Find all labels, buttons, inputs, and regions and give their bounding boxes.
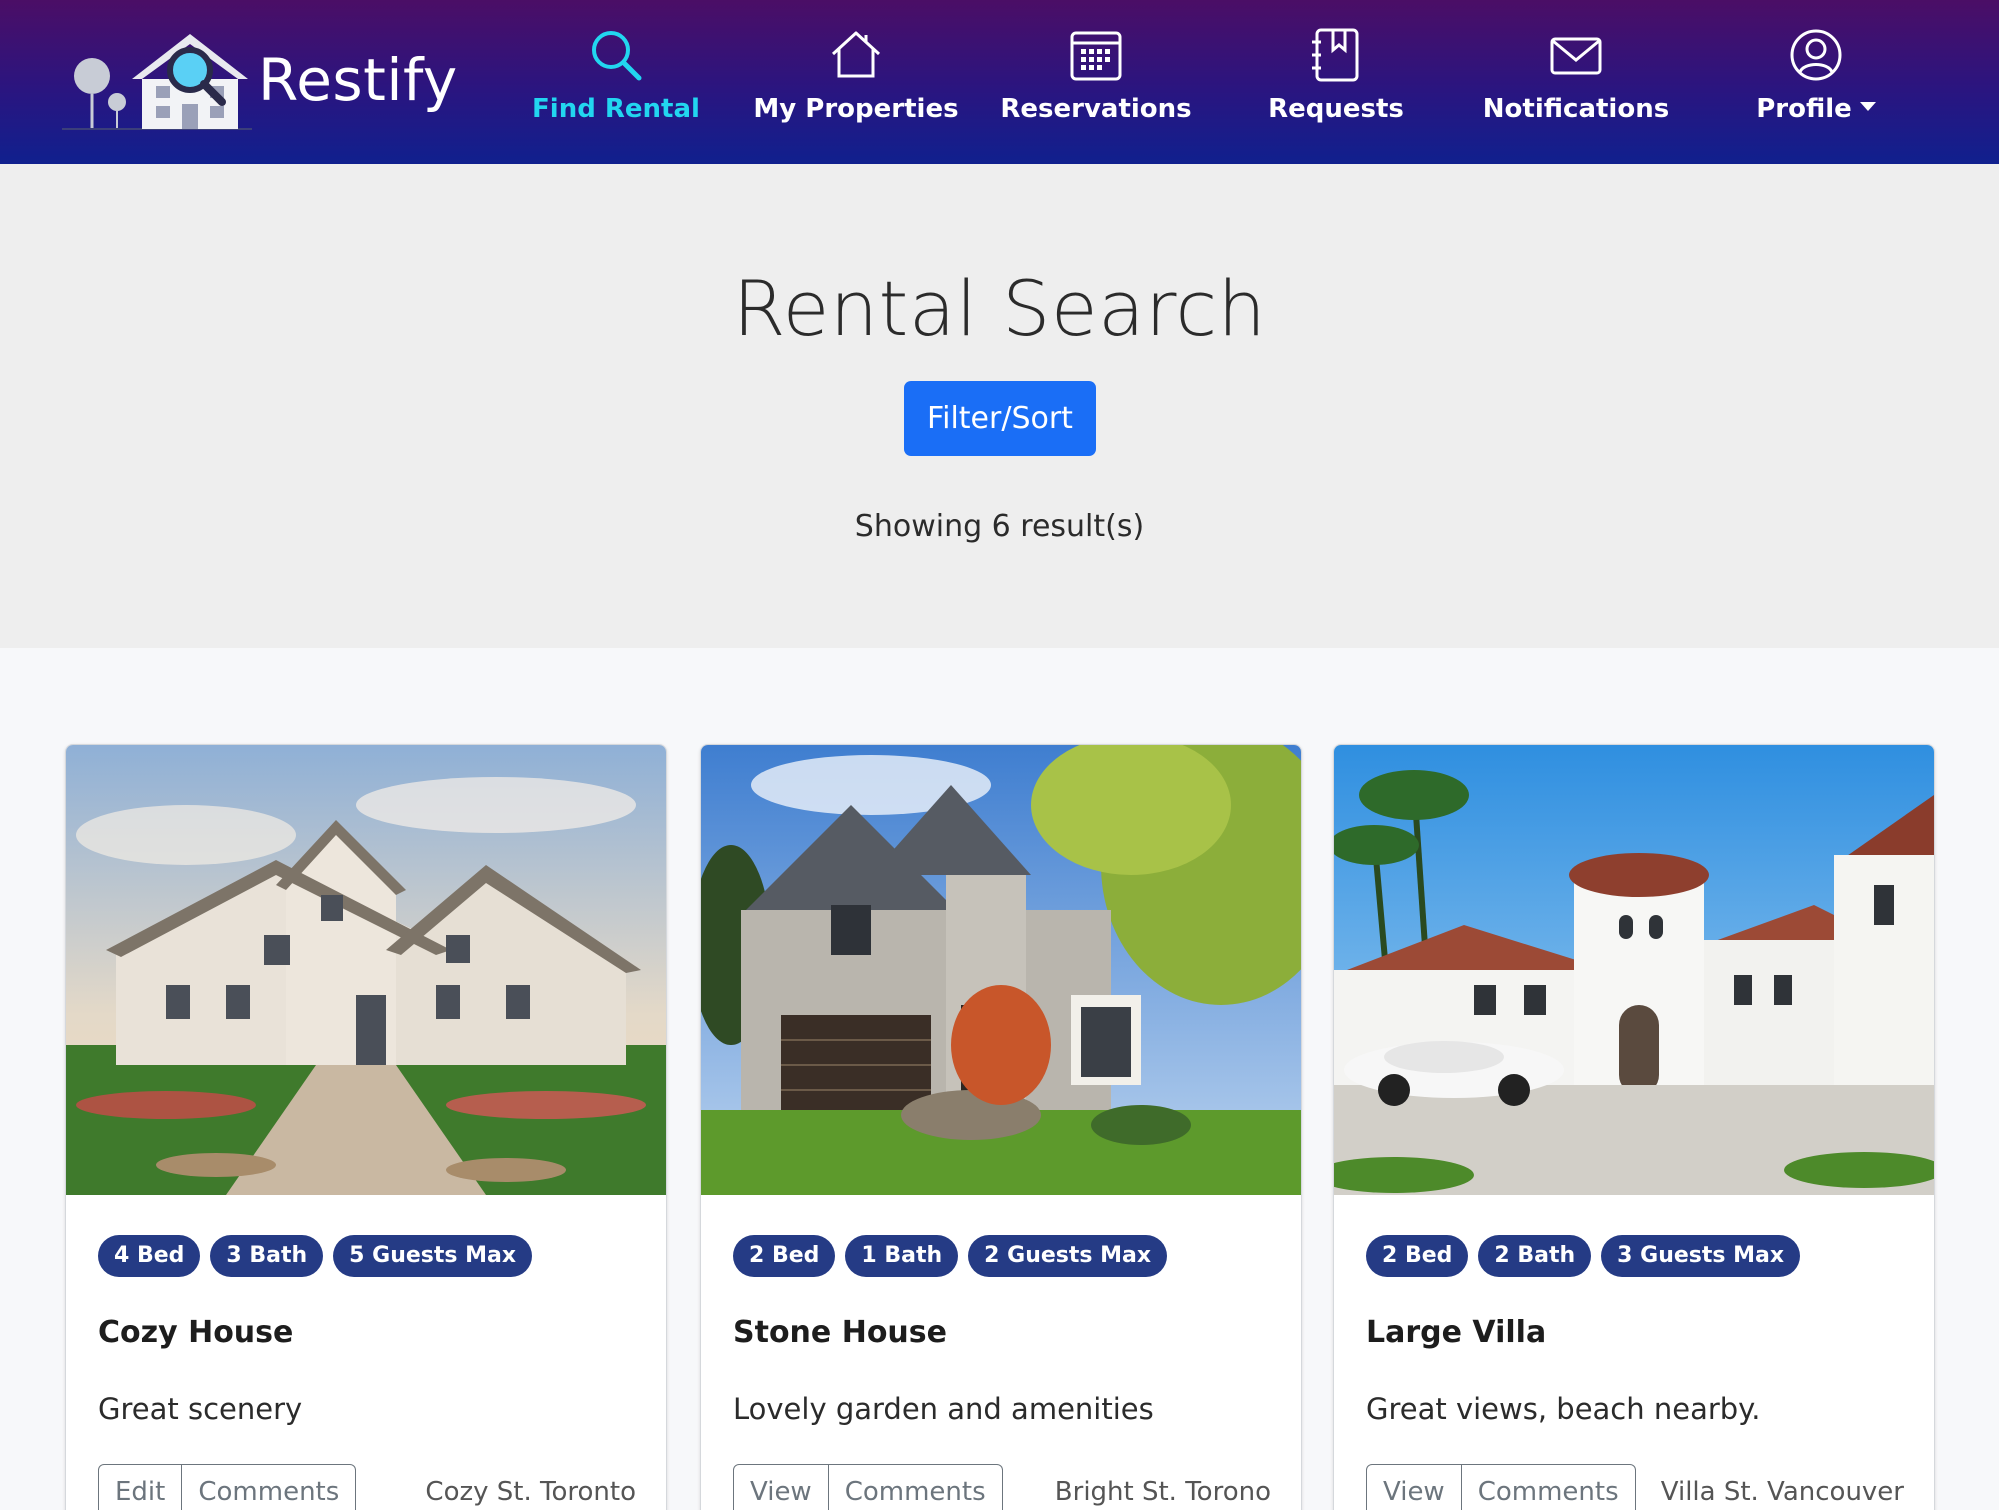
search-header: Rental Search Filter/Sort Showing 6 resu… <box>0 164 1999 648</box>
beds-badge: 2 Bed <box>733 1235 836 1277</box>
card-title: Large Villa <box>1366 1315 1547 1350</box>
search-icon <box>592 31 642 81</box>
nav-reservations[interactable]: Reservations <box>976 26 1216 136</box>
view-button[interactable]: View <box>1366 1464 1462 1510</box>
beds-badge: 4 Bed <box>98 1235 201 1277</box>
brand[interactable]: Restify <box>62 24 462 136</box>
person-circle-icon <box>1790 29 1842 81</box>
nav-requests[interactable]: Requests <box>1216 26 1456 136</box>
suburban-house-photo <box>66 745 666 1195</box>
mediterranean-villa-photo <box>1334 745 1934 1195</box>
guests-badge: 5 Guests Max <box>333 1235 533 1277</box>
nav-label: Find Rental <box>532 94 700 124</box>
baths-badge: 3 Bath <box>210 1235 324 1277</box>
beds-badge: 2 Bed <box>1366 1235 1469 1277</box>
card-address: Bright St. Torono <box>1054 1477 1271 1507</box>
card-description: Great scenery <box>98 1392 303 1426</box>
card-address: Cozy St. Toronto <box>425 1477 636 1507</box>
card-body: 2 Bed 1 Bath 2 Guests Max Stone House Lo… <box>733 1235 1271 1510</box>
nav-find-rental[interactable]: Find Rental <box>496 26 736 136</box>
card-actions: Edit Comments <box>98 1464 357 1510</box>
amenity-badges: 2 Bed 2 Bath 3 Guests Max <box>1366 1235 1904 1277</box>
card-footer: View Comments Villa St. Vancouver <box>1366 1464 1904 1510</box>
top-navbar: Restify Find Rental My Properties Reserv… <box>0 0 1999 164</box>
envelope-icon <box>1550 37 1602 75</box>
amenity-badges: 4 Bed 3 Bath 5 Guests Max <box>98 1235 636 1277</box>
nav-my-properties[interactable]: My Properties <box>736 26 976 136</box>
guests-badge: 2 Guests Max <box>968 1235 1168 1277</box>
card-body: 2 Bed 2 Bath 3 Guests Max Large Villa Gr… <box>1366 1235 1904 1510</box>
nav-label: Profile <box>1756 94 1852 124</box>
nav-profile-dropdown[interactable]: Profile <box>1696 26 1936 136</box>
stone-house-photo <box>701 745 1301 1195</box>
caret-down-icon <box>1859 102 1876 111</box>
guests-badge: 3 Guests Max <box>1601 1235 1801 1277</box>
rental-card: 2 Bed 2 Bath 3 Guests Max Large Villa Gr… <box>1333 744 1935 1510</box>
edit-button[interactable]: Edit <box>98 1464 183 1510</box>
card-actions: View Comments <box>733 1464 1003 1510</box>
baths-badge: 1 Bath <box>845 1235 959 1277</box>
nav-label: Requests <box>1268 94 1404 124</box>
card-footer: Edit Comments Cozy St. Toronto <box>98 1464 636 1510</box>
nav-notifications[interactable]: Notifications <box>1456 26 1696 136</box>
comments-button[interactable]: Comments <box>182 1464 357 1510</box>
brand-name: Restify <box>258 46 458 114</box>
comments-button[interactable]: Comments <box>1461 1464 1636 1510</box>
journal-bookmark-icon <box>1312 28 1359 82</box>
rental-card: 2 Bed 1 Bath 2 Guests Max Stone House Lo… <box>700 744 1302 1510</box>
filter-sort-button[interactable]: Filter/Sort <box>904 381 1096 456</box>
card-description: Lovely garden and amenities <box>733 1392 1154 1426</box>
card-title: Stone House <box>733 1315 947 1350</box>
house-magnifier-icon <box>62 24 252 136</box>
rental-card: 4 Bed 3 Bath 5 Guests Max Cozy House Gre… <box>65 744 667 1510</box>
card-footer: View Comments Bright St. Torono <box>733 1464 1271 1510</box>
card-address: Villa St. Vancouver <box>1660 1477 1904 1507</box>
calendar-icon <box>1070 31 1122 81</box>
nav-label: My Properties <box>753 94 959 124</box>
baths-badge: 2 Bath <box>1478 1235 1592 1277</box>
page-title: Rental Search <box>732 264 1267 353</box>
nav-label: Notifications <box>1482 94 1670 124</box>
card-body: 4 Bed 3 Bath 5 Guests Max Cozy House Gre… <box>98 1235 636 1510</box>
card-actions: View Comments <box>1366 1464 1636 1510</box>
view-button[interactable]: View <box>733 1464 829 1510</box>
results-count: Showing 6 result(s) <box>854 509 1145 544</box>
house-icon <box>831 31 881 78</box>
nav-label: Reservations <box>1000 94 1192 124</box>
comments-button[interactable]: Comments <box>828 1464 1003 1510</box>
card-description: Great views, beach nearby. <box>1366 1392 1761 1426</box>
amenity-badges: 2 Bed 1 Bath 2 Guests Max <box>733 1235 1271 1277</box>
card-title: Cozy House <box>98 1315 294 1350</box>
